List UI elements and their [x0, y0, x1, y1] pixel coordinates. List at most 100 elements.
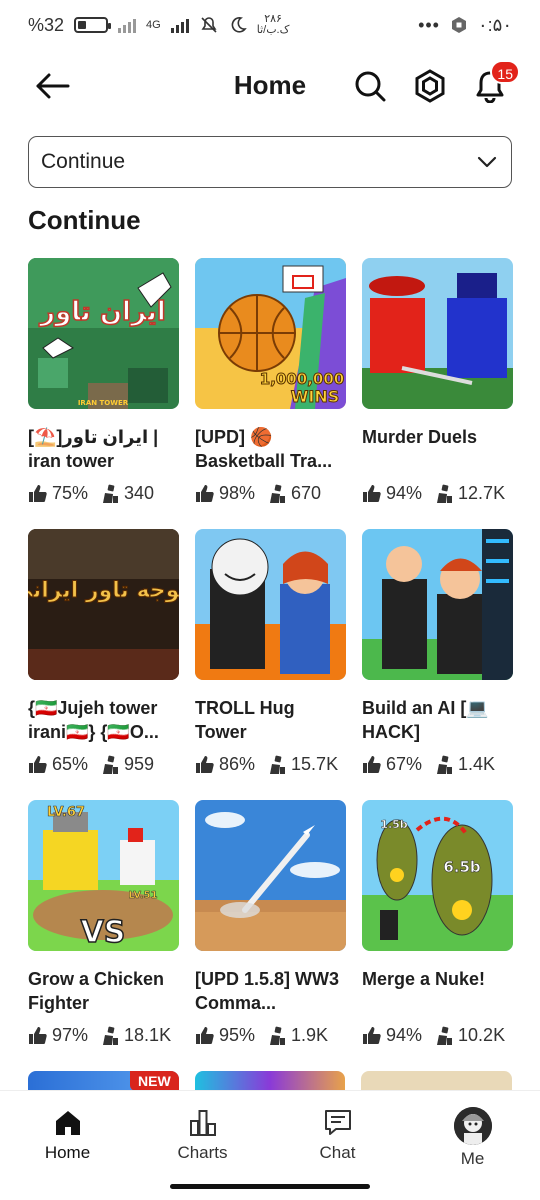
signal-icon-2: [170, 17, 189, 33]
game-card[interactable]: Build an AI [💻 HACK] 67% 1.4K: [362, 529, 513, 800]
svg-text:1,000,000: 1,000,000: [260, 370, 344, 388]
game-card[interactable]: LV.67 LV.51 VS Grow a Chicken Fighter 97…: [28, 800, 179, 1071]
rating-value: 97%: [52, 1025, 89, 1045]
players-value: 959: [124, 754, 155, 774]
battery-icon: [74, 17, 112, 33]
players-value: 670: [291, 483, 322, 503]
thumbs-up-icon: [196, 484, 214, 502]
status-date: ۲۸۶ ک.ب/ثا: [256, 13, 290, 36]
game-name: TROLL Hug Tower: [195, 698, 295, 742]
players-value: 12.7K: [458, 483, 506, 503]
game-stats: 97% 18.1K: [28, 1025, 179, 1046]
svg-text:جوجه تاور ایرانی: جوجه تاور ایرانی: [28, 578, 179, 603]
players-value: 15.7K: [291, 754, 339, 774]
thumbs-up-icon: [363, 755, 381, 773]
game-card[interactable]: جوجه تاور ایرانی {🇮🇷Jujeh tower irani🇮🇷}…: [28, 529, 179, 800]
game-thumbnail: [362, 258, 513, 409]
svg-text:LV.67: LV.67: [47, 805, 85, 820]
signal-icon: [118, 17, 137, 33]
game-thumbnail: 1,000,000 WINS: [195, 258, 346, 409]
players-icon: [437, 755, 453, 774]
players-icon: [103, 755, 119, 774]
nav-label: Me: [460, 1149, 485, 1168]
svg-text:IRAN TOWER: IRAN TOWER: [78, 399, 129, 407]
new-badge: NEW: [130, 1071, 179, 1091]
search-icon: [355, 71, 386, 102]
thumbs-up-icon: [196, 1026, 214, 1044]
rating-value: 65%: [52, 754, 89, 774]
players-icon: [270, 755, 286, 774]
nav-label: Home: [44, 1143, 91, 1162]
game-card[interactable]: [UPD 1.5.8] WW3 Comma... 95% 1.9K: [195, 800, 346, 1071]
game-card[interactable]: Murder Duels 94% 12.7K: [362, 258, 513, 529]
rating-value: 98%: [219, 483, 256, 503]
network-type: 4G: [146, 18, 161, 31]
page-title: Home: [233, 70, 307, 100]
robux-button[interactable]: [410, 66, 450, 106]
more-icon: •••: [418, 14, 440, 35]
status-left: %32 4G ۲۸۶ ک.ب/ثا: [28, 14, 289, 36]
game-stats: 94% 10.2K: [362, 1025, 513, 1046]
rating-value: 75%: [52, 483, 89, 503]
thumbs-up-icon: [196, 755, 214, 773]
game-card[interactable]: ایران تاور IRAN TOWER [⛱️]ایران تاور | i…: [28, 258, 179, 529]
status-right: ••• ۰:۵۰: [418, 15, 512, 36]
players-value: 10.2K: [458, 1025, 506, 1045]
game-name: Murder Duels: [362, 427, 478, 447]
nav-home[interactable]: Home: [8, 1091, 128, 1176]
bottom-nav: Home Charts Chat Me: [0, 1090, 540, 1176]
charts-icon: [189, 1110, 216, 1136]
robux-icon: [415, 69, 445, 103]
game-stats: 94% 12.7K: [362, 483, 513, 504]
players-icon: [270, 484, 286, 503]
nav-charts[interactable]: Charts: [143, 1091, 263, 1176]
game-card[interactable]: TROLL Hug Tower 86% 15.7K: [195, 529, 346, 800]
nav-me[interactable]: Me: [413, 1091, 533, 1176]
game-thumbnail: LV.67 LV.51 VS: [28, 800, 179, 951]
status-bar: %32 4G ۲۸۶ ک.ب/ثا ••• ۰:۵۰: [0, 0, 540, 50]
svg-text:1.5b: 1.5b: [380, 818, 407, 831]
game-name: [UPD] 🏀 Basketball Tra...: [195, 427, 333, 471]
svg-text:VS: VS: [81, 915, 126, 950]
notifications-button[interactable]: 15: [470, 60, 520, 106]
game-stats: 86% 15.7K: [195, 754, 346, 775]
players-value: 1.9K: [291, 1025, 329, 1045]
dropdown-value: Continue: [41, 150, 126, 173]
notification-badge: 15: [490, 60, 520, 84]
game-stats: 65% 959: [28, 754, 179, 775]
players-icon: [103, 1026, 119, 1045]
game-card[interactable]: 1.5b 6.5b Merge a Nuke! 94% 10.2K: [362, 800, 513, 1071]
moon-icon: [231, 17, 247, 33]
svg-text:ایران تاور: ایران تاور: [38, 297, 166, 327]
nav-label: Charts: [177, 1143, 228, 1162]
rating-value: 94%: [386, 483, 423, 503]
game-thumbnail: [195, 800, 346, 951]
game-name: [UPD 1.5.8] WW3 Comma...: [195, 969, 340, 1013]
players-icon: [437, 1026, 453, 1045]
games-grid: ایران تاور IRAN TOWER [⛱️]ایران تاور | i…: [28, 258, 513, 1071]
chevron-down-icon: [477, 156, 497, 168]
svg-text:LV.51: LV.51: [128, 890, 157, 901]
rating-value: 86%: [219, 754, 256, 774]
players-icon: [103, 484, 119, 503]
game-name: [⛱️]ایران تاور | iran tower: [28, 427, 159, 471]
thumbs-up-icon: [29, 484, 47, 502]
nav-label: Chat: [319, 1143, 356, 1162]
game-card[interactable]: 1,000,000 WINS [UPD] 🏀 Basketball Tra...…: [195, 258, 346, 529]
game-thumbnail: [195, 529, 346, 680]
game-thumbnail: [362, 529, 513, 680]
players-value: 1.4K: [458, 754, 496, 774]
thumbs-up-icon: [363, 1026, 381, 1044]
game-stats: 98% 670: [195, 483, 346, 504]
roblox-status-icon: [451, 17, 466, 33]
game-name: Build an AI [💻 HACK]: [362, 698, 489, 742]
game-name: {🇮🇷Jujeh tower irani🇮🇷} {🇮🇷O...: [28, 698, 159, 742]
rating-value: 67%: [386, 754, 423, 774]
players-value: 340: [124, 483, 155, 503]
home-indicator[interactable]: [170, 1184, 370, 1189]
sort-dropdown[interactable]: Continue: [28, 136, 512, 188]
clock: ۰:۵۰: [477, 14, 512, 35]
chat-icon: [324, 1110, 351, 1135]
nav-chat[interactable]: Chat: [278, 1091, 398, 1176]
search-button[interactable]: [350, 66, 390, 106]
